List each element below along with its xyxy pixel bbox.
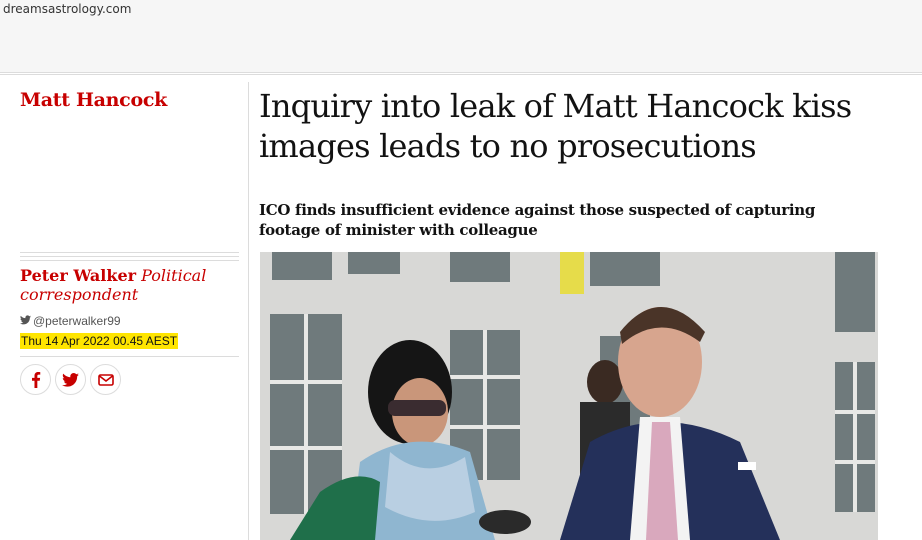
facebook-icon xyxy=(31,371,41,388)
author-link[interactable]: Peter Walker xyxy=(20,266,136,285)
share-twitter-button[interactable] xyxy=(55,364,86,395)
twitter-handle-link[interactable]: @peterwalker99 xyxy=(20,314,121,328)
site-header-bar: dreamsastrology.com xyxy=(0,0,922,73)
article-headline: Inquiry into leak of Matt Hancock kiss i… xyxy=(259,87,852,165)
byline-rules xyxy=(20,252,239,264)
photo-illustration xyxy=(260,252,878,540)
publish-date: Thu 14 Apr 2022 00.45 AEST xyxy=(20,333,179,349)
site-name[interactable]: dreamsastrology.com xyxy=(3,2,131,16)
date-divider xyxy=(20,356,239,357)
share-facebook-button[interactable] xyxy=(20,364,51,395)
column-divider xyxy=(248,82,249,540)
byline: Peter Walker Political correspondent xyxy=(20,266,240,304)
twitter-bird-icon xyxy=(20,314,31,328)
article-standfirst: ICO finds insufficient evidence against … xyxy=(259,201,816,239)
twitter-icon xyxy=(62,372,79,387)
email-icon xyxy=(97,373,114,386)
header-divider xyxy=(0,74,922,75)
share-buttons xyxy=(20,364,121,395)
section-link[interactable]: Matt Hancock xyxy=(20,89,167,111)
share-email-button[interactable] xyxy=(90,364,121,395)
article-photo xyxy=(260,252,878,540)
twitter-handle: @peterwalker99 xyxy=(33,314,121,328)
